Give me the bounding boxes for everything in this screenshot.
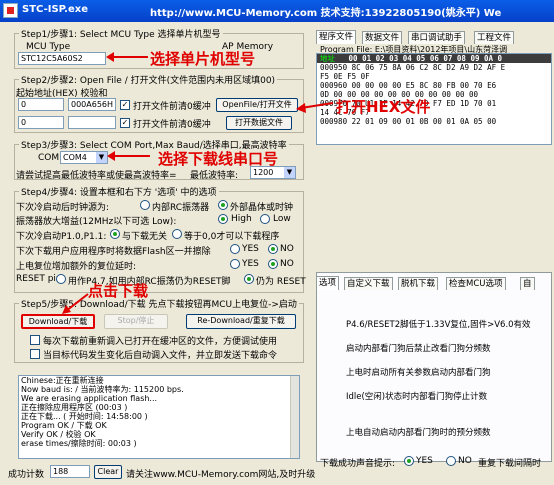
- annotation-arrows: [62, 52, 334, 314]
- annotation-select-mcu: 选择单片机型号: [150, 50, 256, 68]
- annotation-click-download: 点击下载: [88, 282, 149, 300]
- annotation-open-hex: 打开HEX文件: [336, 98, 431, 116]
- annotation-select-com: 选择下载线串口号: [158, 150, 279, 168]
